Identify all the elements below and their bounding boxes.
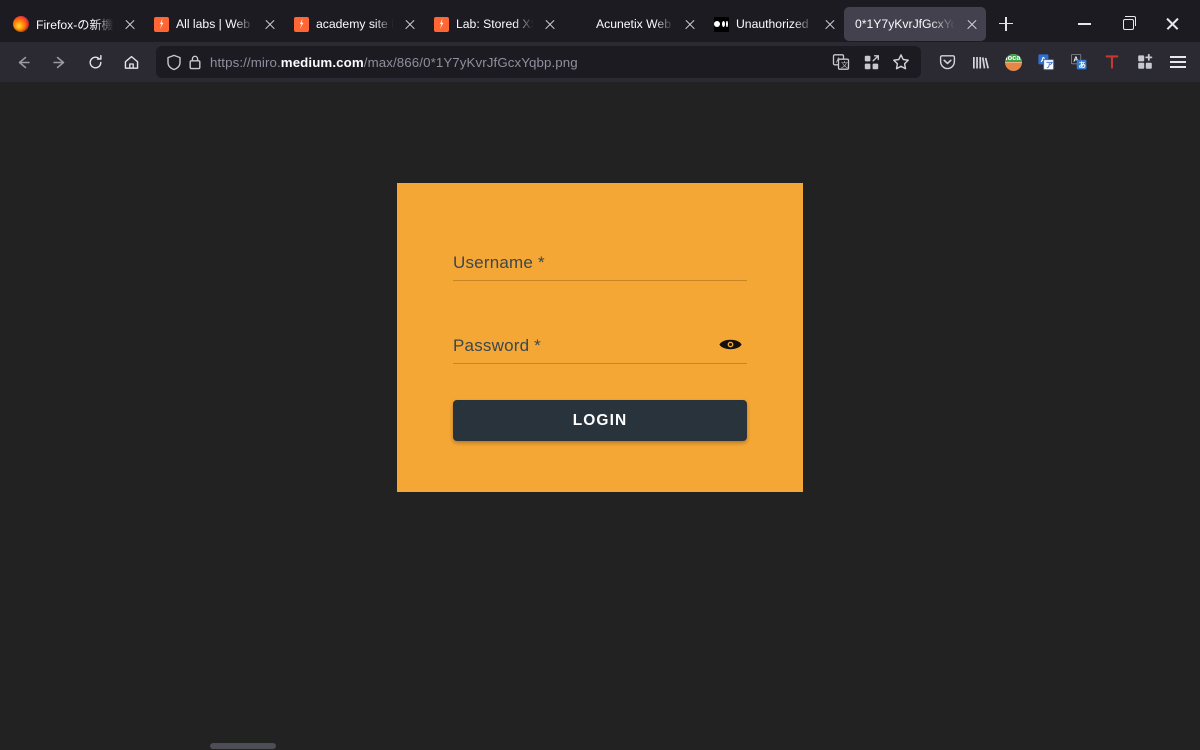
library-icon[interactable] xyxy=(964,47,996,77)
minimize-button[interactable] xyxy=(1062,7,1106,41)
login-form: Username * Password * LOGIN xyxy=(453,253,747,441)
browser-tab-2[interactable]: All labs | Web Sec xyxy=(144,7,284,41)
restore-icon xyxy=(1122,16,1136,30)
browser-window: Firefox-の新機能 All labs | Web Sec academy … xyxy=(0,0,1200,750)
tab-close-icon[interactable] xyxy=(542,16,558,32)
bookmark-star-icon[interactable] xyxy=(887,48,915,76)
close-icon xyxy=(1165,17,1180,32)
reload-button[interactable] xyxy=(78,46,112,78)
window-controls xyxy=(1062,6,1194,42)
browser-tab-7-active[interactable]: 0*1Y7yKvrJfGcxYqbp.p xyxy=(844,7,986,41)
password-field[interactable]: Password * xyxy=(453,336,747,364)
home-icon xyxy=(124,55,138,69)
tab-close-icon[interactable] xyxy=(262,16,278,32)
tab-title: Acunetix Web Vulnera xyxy=(596,17,675,31)
url-bar[interactable]: https://miro.medium.com/max/866/0*1Y7yKv… xyxy=(156,46,921,78)
locahost-badge xyxy=(1004,53,1022,71)
arrow-left-icon xyxy=(18,56,30,68)
tab-strip: Firefox-の新機能 All labs | Web Sec academy … xyxy=(0,0,1200,42)
password-label: Password * xyxy=(453,336,541,355)
lock-icon[interactable] xyxy=(188,54,202,71)
username-field[interactable]: Username * xyxy=(453,253,747,281)
hamburger-lines xyxy=(1170,56,1186,68)
browser-tab-5[interactable]: Acunetix Web Vulnera xyxy=(564,7,704,41)
tab-list: Firefox-の新機能 All labs | Web Sec academy … xyxy=(4,6,1062,42)
home-button[interactable] xyxy=(114,46,148,78)
plus-icon xyxy=(999,16,1013,31)
shield-icon[interactable] xyxy=(166,54,182,71)
browser-tab-1[interactable]: Firefox-の新機能 xyxy=(4,7,144,41)
login-button[interactable]: LOGIN xyxy=(453,400,747,441)
page-content: Username * Password * LOGIN xyxy=(0,82,1200,750)
url-domain: medium.com xyxy=(280,54,364,70)
browser-tab-4[interactable]: Lab: Stored XSS in xyxy=(424,7,564,41)
portswigger-icon xyxy=(433,16,449,32)
horizontal-scrollbar[interactable] xyxy=(0,741,1200,750)
tab-close-icon[interactable] xyxy=(822,16,838,32)
app-menu-icon[interactable] xyxy=(1162,47,1194,77)
url-bar-actions: A 文 xyxy=(827,48,915,76)
close-window-button[interactable] xyxy=(1150,7,1194,41)
translate-page-icon[interactable]: A 文 xyxy=(827,48,855,76)
browser-tab-6[interactable]: Unauthorized acc xyxy=(704,7,844,41)
tab-title: Firefox-の新機能 xyxy=(36,18,115,32)
new-tab-button[interactable] xyxy=(990,8,1022,40)
username-label: Username * xyxy=(453,253,545,272)
scrollbar-thumb[interactable] xyxy=(210,743,276,749)
portswigger-icon xyxy=(153,16,169,32)
arrow-right-icon xyxy=(52,56,64,68)
japanese-translate-extension-icon[interactable]: A あ xyxy=(1063,47,1095,77)
navigation-toolbar: https://miro.medium.com/max/866/0*1Y7yKv… xyxy=(0,42,1200,82)
extensions-puzzle-icon[interactable] xyxy=(1129,47,1161,77)
minimize-icon xyxy=(1077,23,1091,25)
tab-title: academy site bug xyxy=(316,17,395,31)
back-button[interactable] xyxy=(6,46,40,78)
maximize-button[interactable] xyxy=(1106,7,1150,41)
portswigger-icon xyxy=(293,16,309,32)
tab-title: Lab: Stored XSS in xyxy=(456,17,535,31)
tab-close-icon[interactable] xyxy=(402,16,418,32)
reader-view-icon[interactable] xyxy=(857,48,885,76)
text-tool-extension-icon[interactable] xyxy=(1096,47,1128,77)
url-suffix: /max/866/0*1Y7yKvrJfGcxYqbp.png xyxy=(363,54,578,70)
toolbar-right: A ア A あ xyxy=(931,47,1194,77)
tab-close-icon[interactable] xyxy=(682,16,698,32)
forward-button[interactable] xyxy=(42,46,76,78)
eye-icon[interactable] xyxy=(717,334,743,354)
firefox-icon xyxy=(13,16,29,32)
tab-title: Unauthorized acc xyxy=(736,17,815,31)
locahost-extension-icon[interactable] xyxy=(997,47,1029,77)
login-card: Username * Password * LOGIN xyxy=(397,183,803,492)
reload-icon xyxy=(89,54,102,68)
pocket-save-icon[interactable] xyxy=(931,47,963,77)
svg-text:文: 文 xyxy=(841,60,848,69)
tab-close-icon[interactable] xyxy=(964,16,980,32)
tab-close-icon[interactable] xyxy=(122,16,138,32)
browser-tab-3[interactable]: academy site bug xyxy=(284,7,424,41)
tab-title: 0*1Y7yKvrJfGcxYqbp.p xyxy=(855,17,957,31)
svg-text:あ: あ xyxy=(1079,61,1086,70)
translate-extension-icon[interactable]: A ア xyxy=(1030,47,1062,77)
svg-text:ア: ア xyxy=(1046,60,1054,69)
url-text[interactable]: https://miro.medium.com/max/866/0*1Y7yKv… xyxy=(210,55,819,70)
url-prefix: https://miro. xyxy=(210,54,281,70)
acunetix-icon xyxy=(573,16,589,32)
tab-title: All labs | Web Sec xyxy=(176,17,255,31)
medium-icon xyxy=(713,16,729,32)
